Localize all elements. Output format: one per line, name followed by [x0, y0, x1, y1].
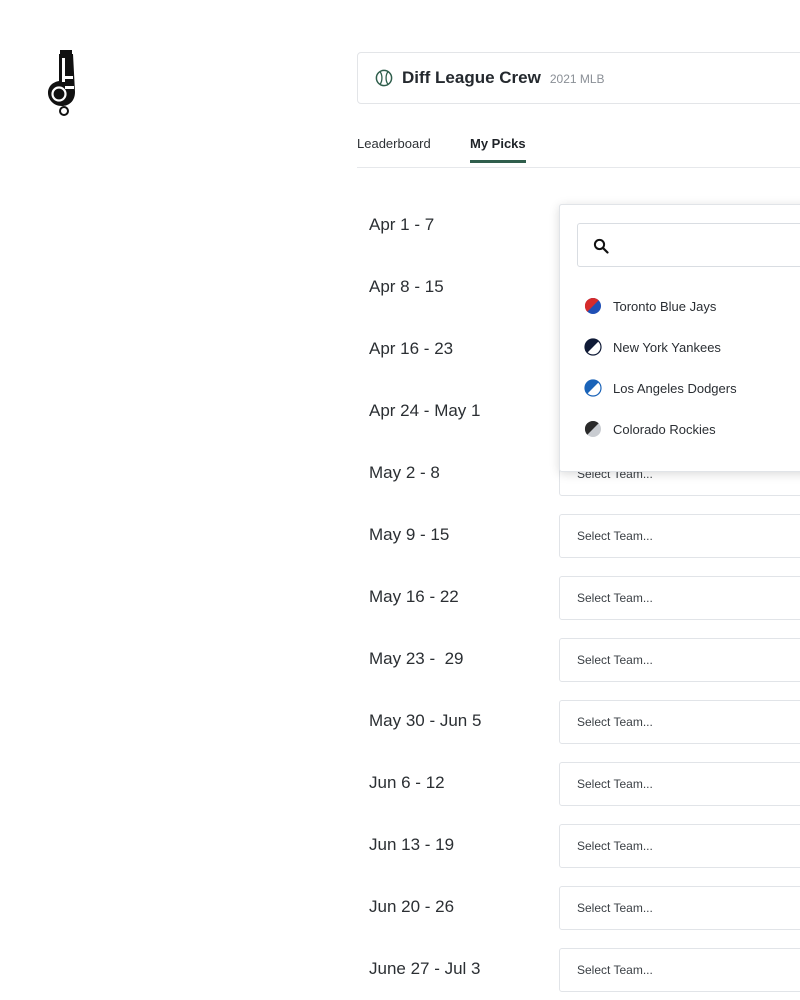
week-label: Apr 24 - May 1	[369, 401, 481, 420]
team-select[interactable]: Select Team...	[559, 762, 800, 806]
week-label: May 9 - 15	[369, 525, 450, 544]
team-logo-icon	[584, 420, 601, 437]
week-label: Apr 8 - 15	[369, 277, 444, 296]
team-select[interactable]: Select Team...	[559, 886, 800, 930]
week-row: May 16 - 22 Select Team...	[357, 576, 800, 620]
team-dropdown-menu: Toronto Blue Jays New York Yankees Los A…	[559, 204, 800, 472]
week-row: May 23 - 29 Select Team...	[357, 638, 800, 682]
team-option-label: Toronto Blue Jays	[613, 298, 717, 314]
tab-leaderboard[interactable]: Leaderboard	[357, 136, 431, 162]
team-select[interactable]: Select Team...	[559, 638, 800, 682]
week-row: May 30 - Jun 5 Select Team...	[357, 700, 800, 744]
week-label: May 30 - Jun 5	[369, 711, 482, 730]
team-search-input[interactable]	[618, 234, 800, 258]
team-option-los-angeles-dodgers[interactable]: Los Angeles Dodgers	[584, 376, 737, 400]
baseball-icon	[375, 69, 393, 87]
week-label: May 16 - 22	[369, 587, 459, 606]
week-row: Jun 13 - 19 Select Team...	[357, 824, 800, 868]
team-option-colorado-rockies[interactable]: Colorado Rockies	[584, 417, 716, 441]
league-name: Diff League Crew	[402, 68, 541, 87]
week-label: Jun 20 - 26	[369, 897, 455, 916]
week-label: Jun 6 - 12	[369, 773, 445, 792]
team-select[interactable]: Select Team...	[559, 514, 800, 558]
week-label: Apr 16 - 23	[369, 339, 454, 358]
tab-bar: Leaderboard My Picks	[357, 124, 800, 168]
week-label: May 23 - 29	[369, 649, 464, 668]
week-label: June 27 - Jul 3	[369, 959, 481, 978]
team-logo-icon	[584, 338, 602, 356]
week-label: May 2 - 8	[369, 463, 440, 482]
search-icon	[593, 238, 609, 254]
team-select[interactable]: Select Team...	[559, 576, 800, 620]
week-row: Jun 20 - 26 Select Team...	[357, 886, 800, 930]
tab-my-picks[interactable]: My Picks	[470, 136, 526, 163]
team-option-toronto-blue-jays[interactable]: Toronto Blue Jays	[584, 294, 716, 318]
team-select[interactable]: Select Team...	[559, 700, 800, 744]
team-select[interactable]: Select Team...	[559, 948, 800, 992]
team-option-label: New York Yankees	[613, 339, 721, 355]
week-label: Jun 13 - 19	[369, 835, 455, 854]
league-header: Diff League Crew 2021 MLB	[357, 52, 800, 104]
league-season: 2021 MLB	[549, 72, 605, 86]
team-option-label: Los Angeles Dodgers	[613, 380, 737, 396]
team-logo-icon	[584, 297, 601, 314]
week-row: June 27 - Jul 3 Select Team...	[357, 948, 800, 992]
week-row: Jun 6 - 12 Select Team...	[357, 762, 800, 806]
app-logo-icon	[48, 50, 75, 116]
week-row: May 9 - 15 Select Team...	[357, 514, 800, 558]
team-option-label: Colorado Rockies	[613, 421, 716, 437]
team-option-new-york-yankees[interactable]: New York Yankees	[584, 335, 721, 359]
week-label: Apr 1 - 7	[369, 215, 435, 234]
team-logo-icon	[584, 379, 602, 397]
team-select[interactable]: Select Team...	[559, 824, 800, 868]
team-search-box[interactable]	[577, 223, 800, 267]
